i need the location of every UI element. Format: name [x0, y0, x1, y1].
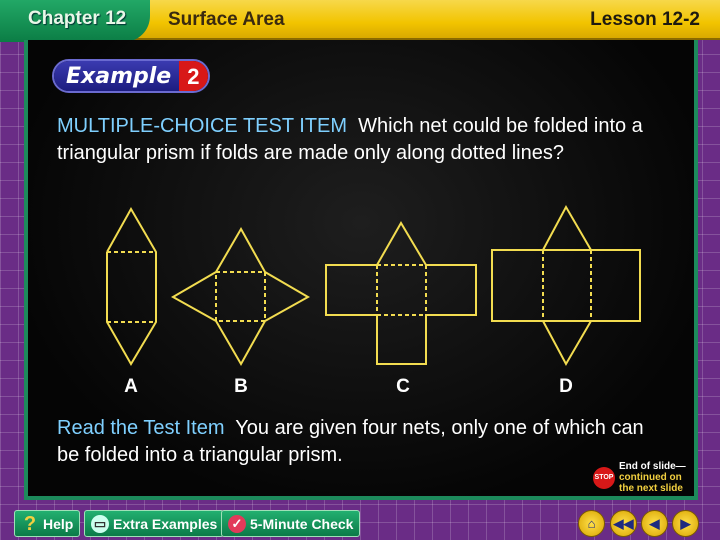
net-label-d: D — [559, 376, 573, 397]
read-test-item-text: Read the Test Item You are given four ne… — [57, 415, 657, 469]
net-d — [491, 204, 641, 367]
question-mark-icon: ? — [23, 512, 37, 535]
computer-icon: ▭ — [91, 514, 109, 533]
extra-examples-button[interactable]: ▭ Extra Examples — [84, 510, 225, 537]
five-minute-check-label: 5-Minute Check — [250, 515, 354, 532]
previous-icon[interactable]: ◀ — [641, 510, 668, 537]
net-a — [106, 206, 157, 366]
home-icon[interactable]: ⌂ — [578, 510, 605, 537]
next-icon[interactable]: ▶ — [672, 510, 699, 537]
read-lead: Read the Test Item — [57, 417, 225, 439]
net-label-a: A — [124, 376, 138, 397]
net-c — [325, 221, 477, 365]
end-line2: continued on — [619, 472, 682, 483]
end-line3: the next slide — [619, 483, 683, 494]
stop-sign-icon: STOP — [593, 466, 615, 489]
help-label: Help — [43, 515, 74, 532]
five-minute-check-button[interactable]: ✓ 5-Minute Check — [221, 510, 361, 537]
net-b — [170, 226, 311, 367]
end-of-slide-note: STOP End of slide— continued on the next s… — [593, 461, 686, 494]
rewind-icon[interactable]: ◀◀ — [610, 510, 637, 537]
help-button[interactable]: ? Help — [14, 510, 81, 537]
end-line1: End of slide— — [619, 461, 686, 472]
net-label-c: C — [396, 376, 410, 397]
net-label-b: B — [234, 376, 248, 397]
extra-examples-label: Extra Examples — [113, 515, 218, 532]
clipboard-icon: ✓ — [228, 514, 246, 533]
